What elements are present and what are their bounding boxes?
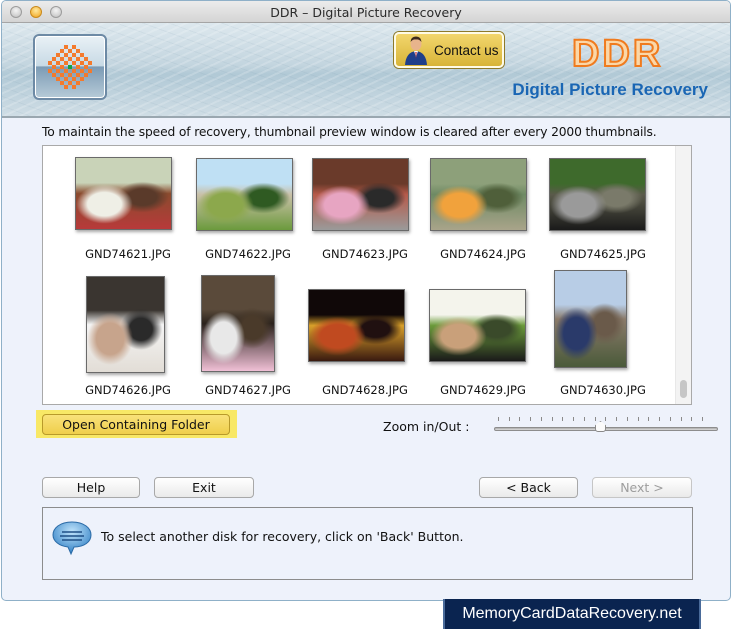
speech-bubble-icon bbox=[52, 521, 92, 556]
title-bar: DDR – Digital Picture Recovery bbox=[2, 1, 730, 23]
thumbnail-filename: GND74624.JPG bbox=[440, 247, 526, 261]
watermark-banner: MemoryCardDataRecovery.net bbox=[443, 599, 701, 629]
thumbnail-filename: GND74626.JPG bbox=[85, 383, 171, 397]
thumbnail-filename: GND74622.JPG bbox=[205, 247, 291, 261]
zoom-slider-tick bbox=[702, 417, 703, 421]
thumbnail-filename: GND74630.JPG bbox=[560, 383, 646, 397]
next-button: Next > bbox=[592, 477, 692, 498]
thumbnail-preview-panel: GND74621.JPG GND74622.JPG GND74623.JPG GND7… bbox=[42, 145, 692, 405]
vertical-scrollbar[interactable] bbox=[675, 146, 691, 404]
thumbnail-filename: GND74623.JPG bbox=[322, 247, 408, 261]
status-message-box: To select another disk for recovery, cli… bbox=[42, 507, 693, 580]
thumbnail-image[interactable] bbox=[549, 158, 646, 231]
contact-us-button[interactable]: Contact us bbox=[394, 32, 504, 68]
app-window: DDR – Digital Picture Recovery Contact u… bbox=[1, 0, 731, 601]
scrollbar-thumb[interactable] bbox=[680, 380, 687, 398]
app-logo bbox=[33, 34, 107, 100]
thumbnail-filename: GND74629.JPG bbox=[440, 383, 526, 397]
zoom-slider-tick bbox=[691, 417, 693, 421]
contact-us-label: Contact us bbox=[434, 42, 499, 58]
zoom-slider-tick bbox=[648, 417, 650, 421]
thumbnail-image[interactable] bbox=[86, 276, 165, 373]
zoom-slider-tick bbox=[519, 417, 521, 421]
zoom-slider-tick bbox=[530, 417, 532, 421]
thumbnail-filename: GND74621.JPG bbox=[85, 247, 171, 261]
back-button[interactable]: < Back bbox=[479, 477, 578, 498]
zoom-slider-tick bbox=[626, 417, 628, 421]
zoom-slider-track[interactable] bbox=[494, 427, 718, 431]
zoom-slider-tick bbox=[637, 417, 639, 421]
zoom-slider-tick bbox=[669, 417, 671, 421]
zoom-slider-tick bbox=[594, 417, 596, 421]
thumbnail-image[interactable] bbox=[196, 158, 293, 231]
zoom-slider-tick bbox=[551, 417, 553, 421]
info-text: To maintain the speed of recovery, thumb… bbox=[42, 125, 657, 139]
zoom-slider-tick bbox=[508, 417, 510, 421]
brand-name: DDR bbox=[571, 32, 664, 76]
thumbnail-image[interactable] bbox=[75, 157, 172, 230]
zoom-slider-tick bbox=[605, 417, 607, 421]
thumbnail-filename: GND74625.JPG bbox=[560, 247, 646, 261]
zoom-slider-tick bbox=[583, 417, 585, 421]
zoom-slider-tick bbox=[573, 417, 575, 421]
status-message: To select another disk for recovery, cli… bbox=[101, 529, 464, 544]
person-icon bbox=[405, 36, 427, 65]
window-title: DDR – Digital Picture Recovery bbox=[270, 5, 462, 20]
zoom-slider-knob[interactable] bbox=[595, 421, 606, 432]
thumbnail-filename: GND74627.JPG bbox=[205, 383, 291, 397]
zoom-slider[interactable] bbox=[492, 415, 720, 433]
zoom-slider-tick bbox=[680, 417, 682, 421]
zoom-slider-tick bbox=[659, 417, 661, 421]
zoom-slider-tick bbox=[616, 417, 618, 421]
zoom-slider-tick bbox=[562, 417, 564, 421]
thumbnail-image[interactable] bbox=[430, 158, 527, 231]
thumbnail-image[interactable] bbox=[201, 275, 275, 372]
thumbnail-filename: GND74628.JPG bbox=[322, 383, 408, 397]
zoom-label: Zoom in/Out : bbox=[383, 419, 470, 434]
thumbnail-image[interactable] bbox=[312, 158, 409, 231]
checker-burst-icon bbox=[48, 45, 92, 89]
thumbnail-image[interactable] bbox=[429, 289, 526, 362]
zoom-slider-tick bbox=[498, 417, 499, 421]
help-button[interactable]: Help bbox=[42, 477, 140, 498]
brand-subtitle: Digital Picture Recovery bbox=[512, 80, 708, 99]
thumbnail-image[interactable] bbox=[308, 289, 405, 362]
open-containing-folder-button[interactable]: Open Containing Folder bbox=[42, 414, 230, 435]
exit-button[interactable]: Exit bbox=[154, 477, 254, 498]
zoom-slider-tick bbox=[540, 417, 542, 421]
thumbnail-image[interactable] bbox=[554, 270, 627, 368]
header-banner: Contact us DDR Digital Picture Recovery bbox=[2, 23, 730, 118]
